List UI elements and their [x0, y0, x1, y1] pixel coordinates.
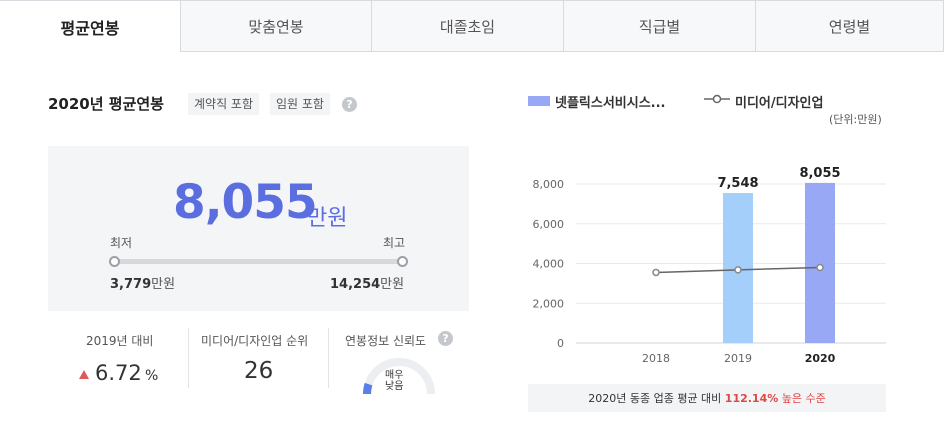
comparison-note: 2020년 동종 업종 평균 대비 112.14% 높은 수준: [528, 384, 886, 412]
tab-by-position[interactable]: 직급별: [564, 0, 756, 52]
note-suffix: 높은 수준: [781, 392, 826, 405]
tab-average-salary[interactable]: 평균연봉: [0, 0, 181, 52]
y-tick-label: 0: [557, 337, 564, 350]
max-label: 최고: [383, 236, 406, 250]
tab-bar: 평균연봉 맞춤연봉 대졸초임 직급별 연령별: [0, 0, 944, 52]
increase-arrow-icon: [79, 370, 89, 379]
reliability-help-icon[interactable]: ?: [438, 331, 453, 346]
tab-by-age[interactable]: 연령별: [756, 0, 944, 52]
x-tick-label: 2019: [724, 352, 752, 365]
min-unit: 만원: [151, 277, 176, 292]
bar: [805, 182, 835, 343]
stat-divider: [328, 328, 329, 388]
contract-included-chip: 계약직 포함: [188, 93, 260, 115]
max-number: 14,254: [330, 277, 381, 292]
yoy-unit: %: [145, 368, 159, 384]
min-value: 3,779만원: [110, 273, 175, 292]
bar-value-label: 7,548: [717, 176, 758, 191]
y-tick-label: 4,000: [533, 258, 565, 271]
yoy-value: 6.72: [95, 361, 142, 385]
tab-starting-salary[interactable]: 대졸초임: [372, 0, 564, 52]
range-max-marker: [397, 256, 408, 267]
tab-custom-salary[interactable]: 맞춤연봉: [181, 0, 372, 52]
reliability-value: 매우 낮음: [385, 370, 403, 392]
x-tick-label: 2018: [642, 352, 670, 365]
chart-unit-label: (단위:만원): [829, 113, 882, 126]
min-number: 3,779: [110, 277, 152, 292]
industry-point: [816, 263, 824, 272]
reliability-line2: 낮음: [385, 381, 404, 392]
legend-swatch-industry: [704, 94, 730, 104]
rank-value: 26: [244, 358, 274, 384]
reliability-line1: 매우: [385, 370, 404, 381]
industry-point: [734, 266, 742, 274]
y-tick-label: 8,000: [533, 178, 565, 191]
average-salary-value: 8,055: [173, 175, 318, 230]
salary-chart: 0 2,000 4,000 6,000 8,000 7,548 8,055 2018 2019 2…: [533, 166, 886, 365]
industry-point: [652, 268, 660, 277]
note-percent: 112.14%: [724, 391, 779, 405]
range-min-marker: [109, 256, 120, 267]
rank-label: 미디어/디자인업 순위: [201, 334, 309, 348]
note-prefix: 2020년 동종 업종 평균 대비: [588, 392, 722, 405]
x-tick-label: 2020: [805, 352, 836, 365]
help-icon[interactable]: ?: [342, 97, 357, 112]
salary-range-bar: [115, 259, 403, 264]
stat-divider: [188, 328, 189, 388]
y-tick-label: 2,000: [533, 297, 565, 310]
exec-included-chip: 임원 포함: [270, 93, 330, 115]
section-title: 2020년 평균연봉: [48, 95, 164, 113]
gauge-fill: [363, 382, 373, 395]
y-tick-label: 6,000: [533, 218, 565, 231]
legend-swatch-company: [528, 96, 550, 106]
max-value: 14,254만원: [330, 273, 404, 292]
max-unit: 만원: [380, 277, 405, 292]
legend-industry: 미디어/디자인업: [735, 96, 824, 111]
bar-value-label: 8,055: [799, 166, 840, 181]
min-label: 최저: [110, 236, 133, 250]
average-salary-unit: 만원: [307, 206, 348, 231]
yoy-label: 2019년 대비: [86, 334, 154, 348]
reliability-label: 연봉정보 신뢰도: [345, 334, 427, 348]
legend-company: 넷플릭스서비시스...: [555, 96, 666, 111]
